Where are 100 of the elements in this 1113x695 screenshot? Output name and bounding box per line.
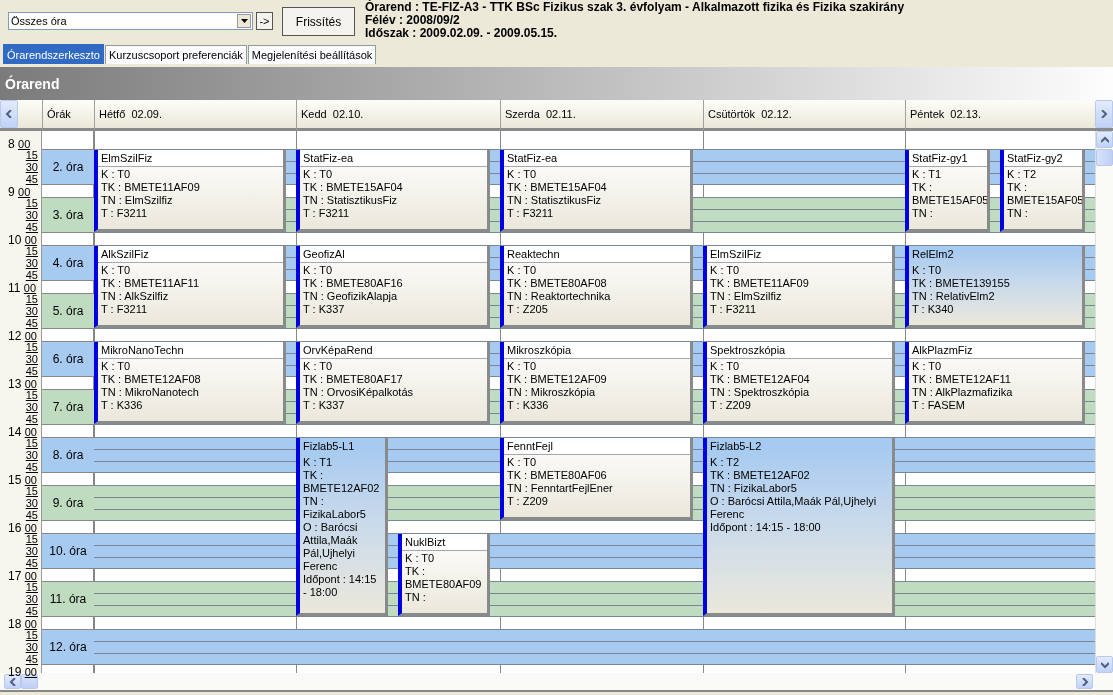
course-detail: Időpont : 14:15 - 18:00: [709, 521, 822, 534]
minute-label: 30: [24, 354, 39, 365]
minute-label: 45: [24, 414, 39, 425]
minute-label: 30: [24, 594, 39, 605]
course-detail: K : T0: [709, 264, 741, 277]
course-title: AlkSzilFiz: [98, 246, 283, 263]
course-detail: T : K340: [911, 303, 955, 316]
course-card[interactable]: FenntFejl K : T0 TK : BMETE80AF06 TN : FenntartFejlEner T : Z209: [500, 438, 693, 520]
minute-label: 45: [24, 510, 39, 521]
chevron-down-icon: [1100, 660, 1109, 669]
course-detail: TK : BMETE80AF16: [302, 277, 404, 290]
course-card[interactable]: StatFiz-ea K : T0 TK : BMETE15AF04 TN : StatisztikusFiz T : F3211: [296, 150, 490, 232]
course-card[interactable]: Mikroszkópia K : T0 TK : BMETE12AF09 TN : Mikroszkópia T : K336: [500, 342, 693, 424]
minute-label: 15: [24, 198, 39, 209]
course-card[interactable]: NuklBizt K : T0 TK : BMETE80AF09 TN :: [398, 534, 490, 616]
course-detail: TN : StatisztikusFiz: [506, 194, 603, 207]
course-card[interactable]: AlkSzilFiz K : T0 TK : BMETE11AF11 TN : AlkSzilfiz T : F3211: [94, 246, 286, 328]
course-card[interactable]: RelElm2 K : T0 TK : BMETE139155 TN : RelativElm2 T : K340: [905, 246, 1085, 328]
minute-label: 15: [24, 150, 39, 161]
course-detail: T : K336: [506, 399, 550, 412]
course-card[interactable]: ElmSzilFiz K : T0 TK : BMETE11AF09 TN : ElmSzilfiz T : F3211: [94, 150, 286, 232]
course-detail: K : T0: [100, 264, 132, 277]
chevron-up-icon: [1100, 135, 1109, 144]
course-detail: TK : BMETE12AF09: [506, 373, 608, 386]
scroll-up-button[interactable]: [1096, 131, 1113, 148]
course-detail: TK : BMETE11AF11: [100, 277, 200, 290]
course-title: Fizlab5-L1: [302, 439, 356, 454]
course-detail: TK : BMETE15AF04: [506, 181, 608, 194]
course-detail: TK : BMETE12AF02: [302, 469, 381, 495]
course-detail: TN : GeofizikAlapja: [302, 290, 399, 303]
course-detail: T : F3211: [100, 303, 149, 316]
course-card[interactable]: ElmSzilFiz K : T0 TK : BMETE11AF09 TN : ElmSzilfiz T : F3211: [703, 246, 895, 328]
course-detail: TN : ElmSzilfiz: [709, 290, 783, 303]
minute-label: 15: [24, 438, 39, 449]
course-detail: TN : AlkPlazmafizika: [911, 386, 1014, 399]
course-card[interactable]: Reaktechn K : T0 TK : BMETE80AF08 TN : Reaktortechnika T : Z205: [500, 246, 693, 328]
minute-label: 45: [24, 222, 39, 233]
hour-label: 9 00: [7, 186, 32, 198]
course-detail: K : T0: [709, 360, 741, 373]
scrollbar-thumb[interactable]: [21, 674, 38, 689]
course-card[interactable]: StatFiz-ea K : T0 TK : BMETE15AF04 TN : StatisztikusFiz T : F3211: [500, 150, 693, 232]
course-card[interactable]: Spektroszkópia K : T0 TK : BMETE12AF04 TN : Spektroszkópia T : Z209: [703, 342, 895, 424]
course-detail: TN : FenntartFejlEner: [506, 482, 614, 495]
scroll-down-button[interactable]: [1096, 656, 1113, 673]
minute-label: 45: [24, 366, 39, 377]
course-card[interactable]: AlkPlazmFiz K : T0 TK : BMETE12AF11 TN : AlkPlazmafizika T : FASEM: [905, 342, 1085, 424]
course-detail: TN :: [1006, 207, 1029, 220]
tab[interactable]: Megjelenítési beállítások: [247, 45, 377, 64]
scroll-left-button[interactable]: [4, 674, 21, 689]
vertical-scrollbar[interactable]: [1095, 131, 1113, 673]
course-detail: K : T0: [911, 360, 943, 373]
caret-icon[interactable]: [237, 14, 251, 28]
minute-label: 45: [24, 558, 39, 569]
refresh-button[interactable]: Frissítés: [282, 7, 355, 36]
tab[interactable]: Kurzuscsoport preferenciák: [104, 45, 247, 64]
period-label: 9. óra: [42, 485, 94, 521]
minute-label: 30: [24, 450, 39, 461]
scroll-right-button[interactable]: [1076, 674, 1093, 689]
hour-label: 11 00: [7, 282, 38, 294]
minute-label: 30: [24, 258, 39, 269]
go-button[interactable]: ->: [256, 12, 273, 30]
course-detail: TK : BMETE12AF11: [911, 373, 1012, 386]
chevron-right-icon: [1080, 677, 1089, 686]
course-detail: TK : BMETE11AF09: [100, 181, 201, 194]
course-title: AlkPlazmFiz: [909, 342, 1082, 359]
minute-label: 45: [24, 606, 39, 617]
course-detail: T : K336: [100, 399, 144, 412]
course-detail: TN : FizikaLabor5: [302, 495, 367, 521]
column-header: Hétfő 02.09.: [94, 100, 296, 131]
course-detail: TK : BMETE12AF08: [100, 373, 202, 386]
column-header: Péntek 02.13.: [905, 100, 1095, 131]
minute-label: 15: [24, 486, 39, 497]
course-detail: TN : AlkSzilfiz: [100, 290, 170, 303]
course-detail: T : F3211: [100, 207, 149, 220]
course-detail: TN :: [911, 207, 934, 220]
course-card[interactable]: GeofizAl K : T0 TK : BMETE80AF16 TN : GeofizikAlapja T : K337: [296, 246, 490, 328]
course-detail: T : K337: [302, 303, 346, 316]
course-card[interactable]: OrvKépaRend K : T0 TK : BMETE80AF17 TN : OrvosiKépalkotás T : K337: [296, 342, 490, 424]
minute-label: 30: [24, 162, 39, 173]
hour-label: 15 00: [7, 474, 38, 486]
course-detail: T : Z209: [709, 399, 752, 412]
minute-label: 15: [24, 246, 39, 257]
course-detail: K : T0: [506, 264, 538, 277]
course-title: Spektroszkópia: [707, 342, 892, 359]
scrollbar-thumb[interactable]: [1096, 149, 1113, 166]
course-card[interactable]: Fizlab5-L1 K : T1 TK : BMETE12AF02 TN : FizikaLabor5 O : Barócsi Attila,Maák Pál,Ujhelyi Ferenc Időpont : 14:15 - 18:00: [296, 438, 388, 616]
course-detail: K : T0: [506, 456, 538, 469]
course-title: Fizlab5-L2: [709, 439, 763, 454]
minute-label: 45: [24, 174, 39, 185]
minute-label: 30: [24, 210, 39, 221]
course-card[interactable]: MikroNanoTechn K : T0 TK : BMETE12AF08 TN : MikroNanotech T : K336: [94, 342, 286, 424]
course-detail: TN :: [404, 591, 427, 604]
scroll-right-button[interactable]: [1095, 100, 1113, 128]
filter-dropdown[interactable]: Összes óra: [8, 12, 253, 30]
course-title: ElmSzilFiz: [707, 246, 892, 263]
course-detail: TN : StatisztikusFiz: [302, 194, 399, 207]
minute-label: 30: [24, 306, 39, 317]
course-card[interactable]: Fizlab5-L2 K : T2 TK : BMETE12AF02 TN : FizikaLabor5 O : Barócsi Attila,Maák Pál,Ujhelyi Ferenc Időpont : 14:15 - 18:00: [703, 438, 895, 616]
course-detail: K : T0: [911, 264, 943, 277]
tab[interactable]: Órarendszerkeszto: [3, 44, 104, 64]
